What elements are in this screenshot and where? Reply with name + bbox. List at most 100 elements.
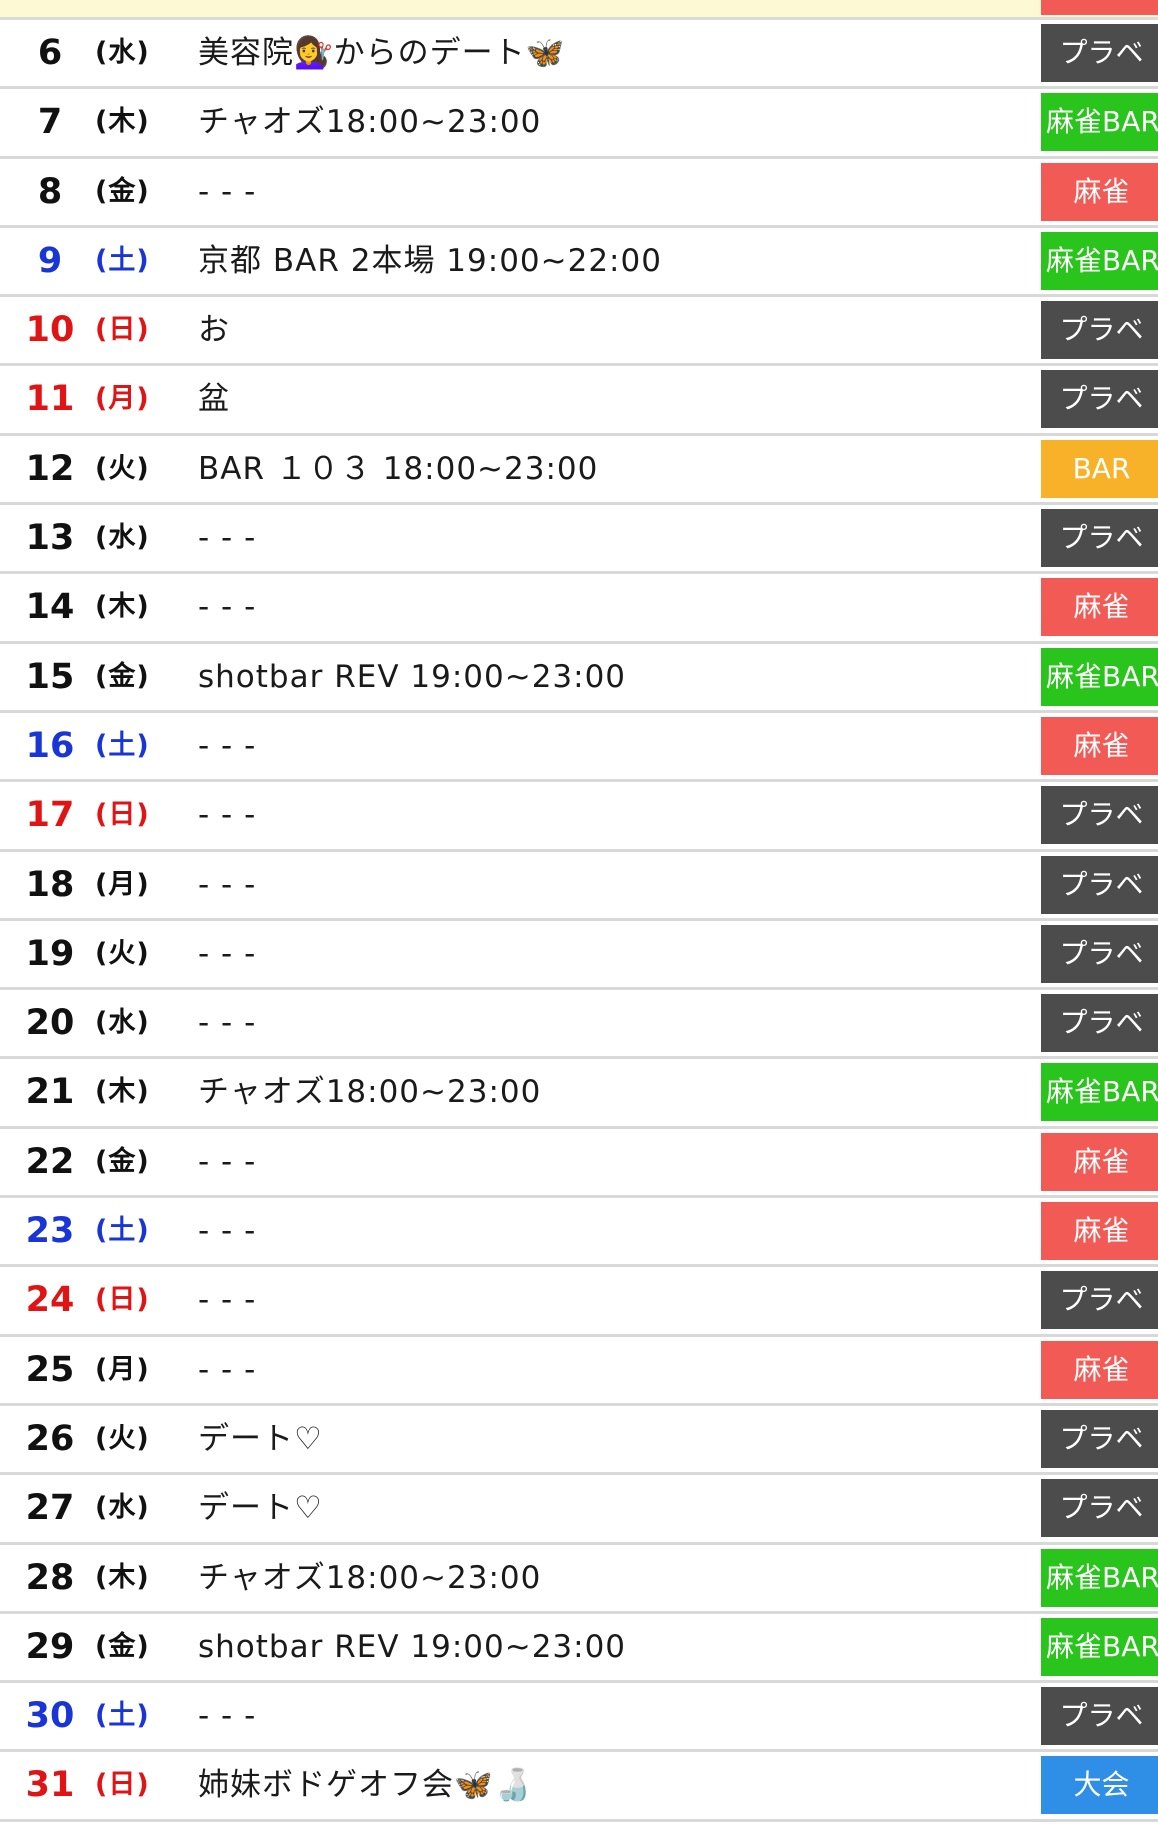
event-text: 姉妹ボドゲオフ会🦋🍶 — [198, 1767, 534, 1804]
category-tag[interactable]: BAR — [1041, 439, 1158, 498]
weekday-label: (水) — [95, 522, 150, 554]
schedule-row[interactable]: 12 (火) BAR １０３ 18:00~23:00 BAR — [0, 435, 1158, 506]
weekday-label: (土) — [95, 1700, 150, 1732]
category-tag[interactable]: プラベ — [1041, 24, 1158, 82]
schedule-row[interactable]: 14 (木) - - - 麻雀 — [0, 574, 1158, 644]
schedule-row[interactable]: 16 (土) - - - 麻雀 — [0, 712, 1158, 783]
category-tag[interactable]: 麻雀 — [1041, 716, 1158, 775]
schedule-row[interactable]: 30 (土) - - - プラベ — [0, 1683, 1158, 1753]
day-number: 15 — [25, 656, 75, 697]
schedule-row[interactable]: 20 (水) - - - プラベ — [0, 990, 1158, 1060]
weekday-label: (日) — [95, 1769, 150, 1801]
event-text: BAR １０３ 18:00~23:00 — [198, 450, 599, 487]
schedule-row[interactable]: 9 (土) 京都 BAR 2本場 19:00~22:00 麻雀BAR — [0, 227, 1158, 298]
category-tag[interactable]: 麻雀BAR — [1041, 93, 1158, 152]
category-tag[interactable]: 麻雀BAR — [1041, 1063, 1158, 1122]
event-text: チャオズ18:00~23:00 — [198, 104, 542, 141]
event-text: お — [198, 312, 230, 349]
category-tag[interactable]: プラベ — [1041, 1479, 1158, 1538]
category-tag[interactable]: プラベ — [1041, 855, 1158, 914]
day-number: 9 — [37, 240, 63, 281]
event-text: - - - — [198, 589, 257, 626]
schedule-row[interactable]: 15 (金) shotbar REV 19:00~23:00 麻雀BAR — [0, 643, 1158, 713]
weekday-label: (月) — [95, 1353, 150, 1385]
category-tag[interactable]: 麻雀BAR — [1041, 231, 1158, 290]
schedule-row[interactable]: 11 (月) 盆 プラベ — [0, 366, 1158, 436]
event-text: - - - — [198, 173, 257, 210]
category-tag[interactable]: 麻雀 — [1041, 162, 1158, 221]
weekday-label: (金) — [95, 175, 150, 207]
schedule-row[interactable]: 17 (日) - - - プラベ — [0, 782, 1158, 852]
day-number: 14 — [25, 587, 75, 628]
event-text: 盆 — [198, 381, 230, 418]
weekday-label: (金) — [95, 1145, 150, 1177]
category-tag[interactable]: 麻雀BAR — [1041, 1548, 1158, 1607]
schedule-list: 6 (水) 美容院💇‍♀️からのデート🦋 プラベ 7 (木) チャオズ18:00~23:00… — [0, 20, 1158, 1822]
weekday-label: (土) — [95, 1215, 150, 1247]
weekday-label: (月) — [95, 868, 150, 900]
day-number: 12 — [25, 448, 75, 489]
day-number: 24 — [25, 1280, 75, 1321]
event-text: - - - — [198, 797, 257, 834]
category-tag[interactable]: 麻雀 — [1041, 1202, 1158, 1261]
day-number: 6 — [37, 33, 63, 73]
day-number: 8 — [37, 171, 63, 212]
category-tag[interactable]: プラベ — [1041, 301, 1158, 360]
category-tag[interactable]: プラベ — [1041, 370, 1158, 429]
schedule-row[interactable]: 22 (金) - - - 麻雀 — [0, 1128, 1158, 1199]
weekday-label: (土) — [95, 729, 150, 761]
schedule-row[interactable]: 10 (日) お プラベ — [0, 297, 1158, 367]
schedule-row[interactable]: 21 (木) チャオズ18:00~23:00 麻雀BAR — [0, 1059, 1158, 1129]
schedule-row[interactable]: 24 (日) - - - プラベ — [0, 1267, 1158, 1337]
schedule-row[interactable]: 29 (金) shotbar REV 19:00~23:00 麻雀BAR — [0, 1613, 1158, 1684]
schedule-row[interactable]: 23 (土) - - - 麻雀 — [0, 1198, 1158, 1268]
category-tag[interactable]: プラベ — [1041, 994, 1158, 1053]
day-number: 28 — [25, 1557, 75, 1598]
category-tag[interactable]: 麻雀BAR — [1041, 647, 1158, 706]
schedule-row[interactable]: 27 (水) デート♡ プラベ — [0, 1475, 1158, 1545]
category-tag[interactable]: プラベ — [1041, 786, 1158, 845]
event-text: デート♡ — [198, 1490, 323, 1527]
category-tag[interactable]: プラベ — [1041, 509, 1158, 568]
schedule-row[interactable]: 18 (月) - - - プラベ — [0, 851, 1158, 921]
schedule-row[interactable]: 6 (水) 美容院💇‍♀️からのデート🦋 プラベ — [0, 20, 1158, 90]
category-tag[interactable]: 麻雀 — [1041, 1132, 1158, 1191]
previous-row-tag — [1041, 0, 1158, 15]
schedule-row[interactable]: 25 (月) - - - 麻雀 — [0, 1336, 1158, 1406]
category-tag[interactable]: 麻雀 — [1041, 1340, 1158, 1399]
schedule-row[interactable]: 19 (火) - - - プラベ — [0, 920, 1158, 991]
event-text: 美容院💇‍♀️からのデート🦋 — [198, 35, 566, 71]
day-number: 26 — [25, 1418, 75, 1459]
category-tag[interactable]: プラベ — [1041, 1687, 1158, 1746]
category-tag[interactable]: 麻雀 — [1041, 578, 1158, 637]
weekday-label: (木) — [95, 1076, 150, 1108]
day-number: 31 — [25, 1765, 75, 1806]
event-text: - - - — [198, 1005, 257, 1042]
event-text: チャオズ18:00~23:00 — [198, 1559, 542, 1596]
weekday-label: (日) — [95, 314, 150, 346]
schedule-row[interactable]: 7 (木) チャオズ18:00~23:00 麻雀BAR — [0, 89, 1158, 159]
day-number: 30 — [25, 1696, 75, 1737]
weekday-label: (月) — [95, 383, 150, 415]
schedule-row[interactable]: 31 (日) 姉妹ボドゲオフ会🦋🍶 大会 — [0, 1752, 1158, 1822]
weekday-label: (木) — [95, 1561, 150, 1593]
schedule-row[interactable]: 26 (火) デート♡ プラベ — [0, 1405, 1158, 1476]
day-number: 19 — [25, 933, 75, 974]
day-number: 20 — [25, 1003, 75, 1044]
schedule-row[interactable]: 8 (金) - - - 麻雀 — [0, 158, 1158, 228]
schedule-row[interactable]: 13 (水) - - - プラベ — [0, 505, 1158, 575]
schedule-row[interactable]: 28 (木) チャオズ18:00~23:00 麻雀BAR — [0, 1544, 1158, 1614]
weekday-label: (水) — [95, 37, 150, 68]
weekday-label: (日) — [95, 1284, 150, 1316]
category-tag[interactable]: プラベ — [1041, 1409, 1158, 1468]
category-tag[interactable]: プラベ — [1041, 924, 1158, 983]
event-text: - - - — [198, 1213, 257, 1250]
day-number: 27 — [25, 1488, 75, 1529]
event-text: チャオズ18:00~23:00 — [198, 1074, 542, 1111]
category-tag[interactable]: 大会 — [1041, 1756, 1158, 1815]
day-number: 23 — [25, 1211, 75, 1252]
weekday-label: (水) — [95, 1492, 150, 1524]
weekday-label: (土) — [95, 244, 150, 276]
category-tag[interactable]: 麻雀BAR — [1041, 1617, 1158, 1676]
category-tag[interactable]: プラベ — [1041, 1271, 1158, 1330]
